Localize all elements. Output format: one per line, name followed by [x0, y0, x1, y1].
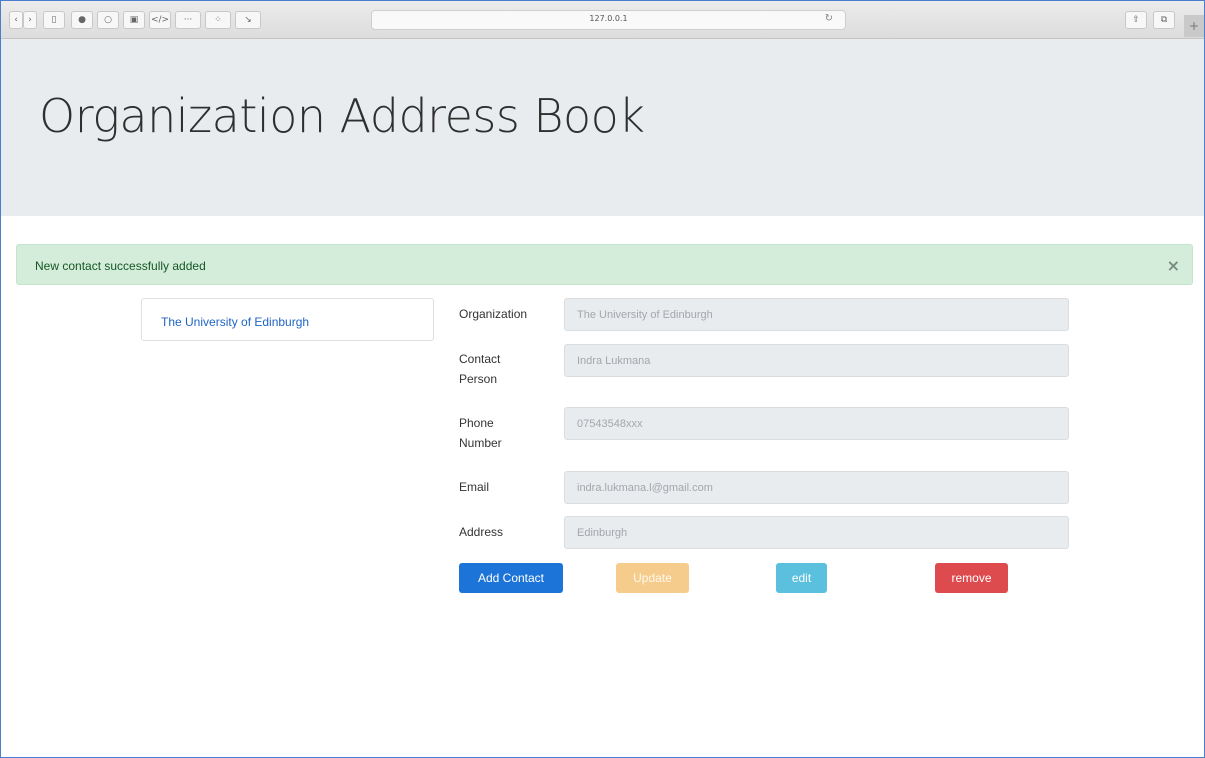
- phone-number-label-line2: Number: [459, 436, 502, 450]
- address-bar[interactable]: 127.0.0.1 ↻: [371, 10, 846, 30]
- organization-field[interactable]: The University of Edinburgh: [564, 298, 1069, 331]
- address-field[interactable]: Edinburgh: [564, 516, 1069, 549]
- contact-person-label-line1: Contact: [459, 352, 501, 366]
- reload-icon[interactable]: ↻: [825, 13, 833, 24]
- email-label: Email: [459, 480, 490, 494]
- forward-icon[interactable]: ›: [23, 11, 37, 29]
- arrow-icon[interactable]: ↘: [235, 11, 261, 29]
- reader-icon[interactable]: ▣: [123, 11, 145, 29]
- page-title: Organization Address Book: [39, 89, 645, 143]
- email-field[interactable]: indra.lukmana.l@gmail.com: [564, 471, 1069, 504]
- browser-toolbar: ‹ › ▯ ● ○ ▣ </> ··· ⁘ ↘ 127.0.0.1 ↻ ⇧ ⧉ …: [1, 1, 1204, 39]
- browser-window: ‹ › ▯ ● ○ ▣ </> ··· ⁘ ↘ 127.0.0.1 ↻ ⇧ ⧉ …: [0, 0, 1205, 758]
- organization-name: The University of Edinburgh: [161, 315, 310, 329]
- contact-person-field[interactable]: Indra Lukmana: [564, 344, 1069, 377]
- contact-person-label-line2: Person: [459, 372, 498, 386]
- url-text: 127.0.0.1: [589, 14, 628, 23]
- phone-number-label-line1: Phone: [459, 416, 494, 430]
- new-tab-icon[interactable]: +: [1184, 15, 1204, 37]
- phone-number-value: 07543548xxx: [577, 418, 643, 430]
- success-alert: New contact successfully added ×: [16, 244, 1193, 285]
- jumbotron-header: Organization Address Book: [1, 39, 1204, 216]
- address-value: Edinburgh: [577, 527, 628, 539]
- extension-icon[interactable]: ···: [175, 11, 201, 29]
- address-label: Address: [459, 525, 504, 539]
- organization-value: The University of Edinburgh: [577, 309, 713, 321]
- email-value: indra.lukmana.l@gmail.com: [577, 482, 713, 494]
- share-network-icon[interactable]: ⁘: [205, 11, 231, 29]
- pocket-icon[interactable]: ●: [71, 11, 93, 29]
- opera-icon[interactable]: ○: [97, 11, 119, 29]
- sidebar-icon[interactable]: ▯: [43, 11, 65, 29]
- developer-icon[interactable]: </>: [149, 11, 171, 29]
- alert-message: New contact successfully added: [35, 259, 206, 273]
- share-icon[interactable]: ⇧: [1125, 11, 1147, 29]
- close-icon[interactable]: ×: [1167, 256, 1180, 275]
- edit-button[interactable]: edit: [776, 563, 827, 593]
- add-contact-button[interactable]: Add Contact: [459, 563, 563, 593]
- back-icon[interactable]: ‹: [9, 11, 23, 29]
- tabs-icon[interactable]: ⧉: [1153, 11, 1175, 29]
- phone-number-field[interactable]: 07543548xxx: [564, 407, 1069, 440]
- update-button[interactable]: Update: [616, 563, 689, 593]
- contact-person-value: Indra Lukmana: [577, 355, 651, 367]
- organization-label: Organization: [459, 307, 528, 321]
- organization-list-item[interactable]: The University of Edinburgh: [141, 298, 434, 341]
- remove-button[interactable]: remove: [935, 563, 1008, 593]
